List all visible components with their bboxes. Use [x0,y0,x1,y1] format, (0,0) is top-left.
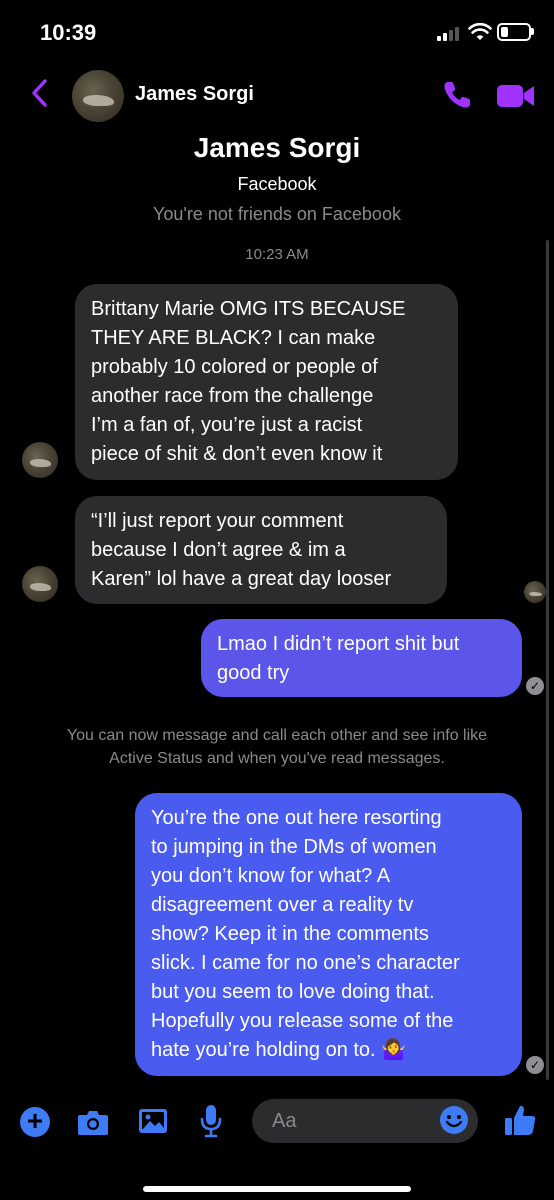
message-line: you don’t know for what? A [151,865,391,887]
message-line: good try [217,662,290,684]
message-line: You’re the one out here resorting [151,807,442,829]
message-line: slick. I came for no one’s character [151,952,460,974]
message-line: Brittany Marie OMG ITS BECAUSE [91,298,406,320]
message-line: disagreement over a reality tv [151,894,414,916]
message-line: another race from the challenge [91,385,374,407]
system-message-line: Active Status and when you've read messa… [109,750,445,767]
message-line: hate you’re holding on to. 🤷‍♀️ [151,1039,407,1061]
contact-avatar[interactable] [72,70,124,122]
system-message: You can now message and call each other … [30,724,524,770]
friend-status-note: You're not friends on Facebook [153,204,401,224]
delivered-check-icon: ✓ [526,1056,544,1074]
back-chevron-icon[interactable] [28,78,52,108]
message-timestamp: 10:23 AM [245,246,309,263]
message-line: probably 10 colored or people of [91,356,378,378]
message-line: “I’ll just report your comment [91,510,344,532]
message-bubble-incoming[interactable]: Brittany Marie OMG ITS BECAUSE THEY ARE … [75,284,458,480]
profile-platform: Facebook [237,174,317,194]
sender-avatar[interactable] [22,566,58,602]
scrollbar[interactable] [546,240,549,1080]
battery-icon [497,23,531,41]
emoji-smiley-icon[interactable] [439,1105,469,1135]
message-line: Hopefully you release some of the [151,1010,454,1032]
header-contact-name[interactable]: James Sorgi [135,83,254,106]
microphone-icon[interactable] [200,1104,222,1138]
profile-name: James Sorgi [193,132,361,163]
message-bubble-incoming[interactable]: “I’ll just report your comment because I… [75,496,447,604]
message-line: THEY ARE BLACK? I can make [91,327,376,349]
sender-avatar[interactable] [22,442,58,478]
message-line: Lmao I didn’t report shit but [217,633,460,655]
message-line: because I don’t agree & im a [91,539,346,561]
wifi-icon [468,22,492,40]
message-line: to jumping in the DMs of women [151,836,437,858]
cellular-signal-icon [437,27,463,41]
message-bubble-outgoing[interactable]: You’re the one out here resorting to jum… [135,793,522,1076]
message-line: Karen” lol have a great day looser [91,568,392,590]
message-bubble-outgoing[interactable]: Lmao I didn’t report shit but good try [201,619,522,697]
phone-call-icon[interactable] [441,79,473,111]
status-time: 10:39 [40,20,97,45]
seen-receipt-avatar [524,581,546,603]
photo-gallery-icon[interactable] [138,1107,168,1135]
message-line: I’m a fan of, you’re just a racist [91,414,363,436]
message-input-placeholder[interactable]: Aa [272,1110,296,1133]
video-call-icon[interactable] [496,82,536,110]
home-indicator[interactable] [143,1186,411,1192]
battery-tip [531,28,534,35]
message-line: piece of shit & don’t even know it [91,443,383,465]
delivered-check-icon: ✓ [526,677,544,695]
thumbs-up-like-icon[interactable] [503,1103,537,1137]
message-line: but you seem to love doing that. [151,981,435,1003]
camera-icon[interactable] [77,1108,109,1136]
add-plus-icon[interactable]: + [20,1107,50,1137]
message-line: show? Keep it in the comments [151,923,429,945]
system-message-line: You can now message and call each other … [66,727,488,744]
